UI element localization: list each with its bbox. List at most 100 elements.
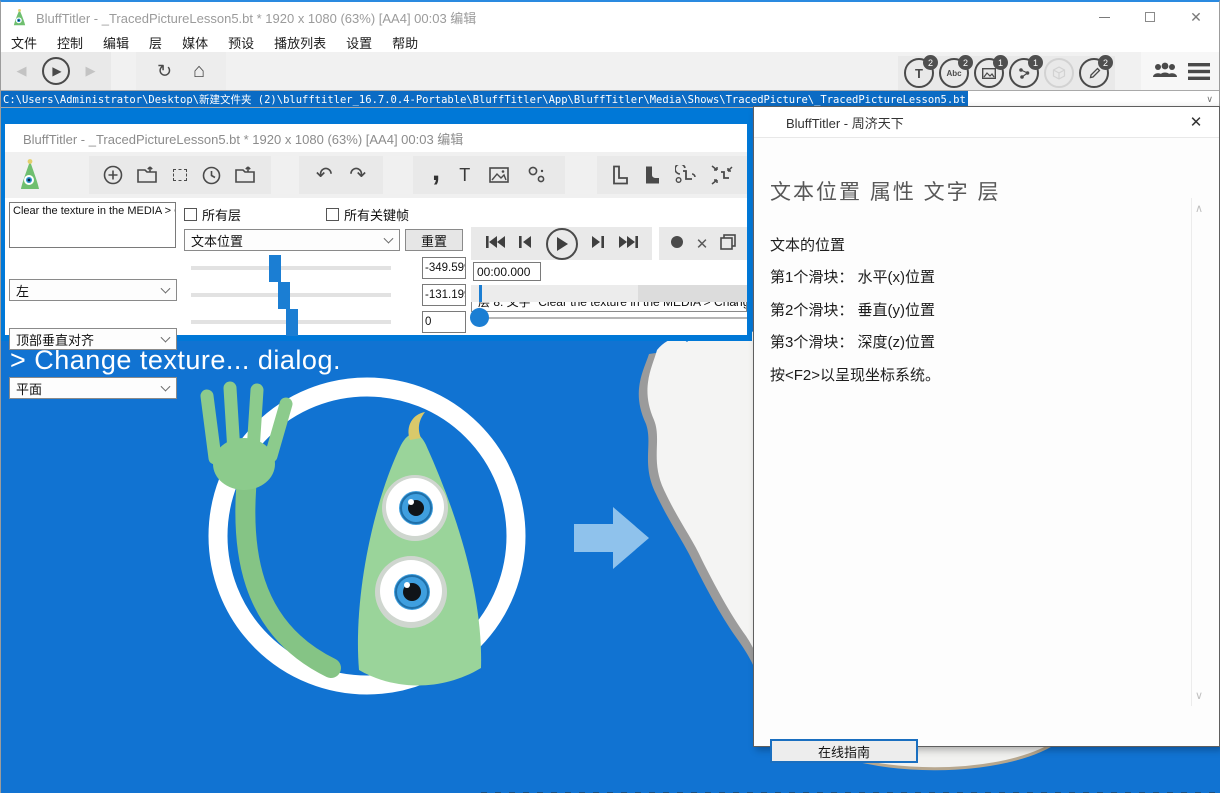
layer-shortcut-group: T 2 Abc 2 1 1 2 [898, 56, 1115, 90]
y-slider-thumb[interactable] [278, 282, 290, 309]
all-keyframes-label: 所有关键帧 [344, 205, 409, 224]
record-key-button[interactable] [670, 235, 684, 252]
cube-layers-button[interactable] [1044, 58, 1074, 88]
minimize-button[interactable] [1081, 2, 1127, 32]
property-dropdown[interactable]: 文本位置 [184, 229, 400, 251]
app-logo-icon [11, 8, 28, 27]
help-line: 第2个滑块： 垂直(y)位置 [770, 299, 935, 320]
scroll-down-icon[interactable]: ∨ [1195, 689, 1203, 702]
layer-rotation-icon[interactable] [675, 165, 697, 185]
z-slider-thumb[interactable] [286, 309, 298, 336]
menu-settings[interactable]: 设置 [336, 33, 382, 52]
chevron-down-icon[interactable]: ∨ [1206, 94, 1213, 105]
picture-layer-icon[interactable] [489, 167, 509, 183]
y-slider-track[interactable] [191, 293, 391, 297]
menu-file[interactable]: 文件 [1, 33, 47, 52]
time-field[interactable]: 00:00.000 [473, 262, 541, 281]
particle-layer-icon[interactable] [528, 166, 546, 184]
model-layers-button[interactable]: 1 [1009, 58, 1039, 88]
editor-tool-window: BluffTitler - _TracedPictureLesson5.bt *… [1, 108, 752, 341]
checkbox-icon [326, 208, 339, 221]
y-value-field[interactable]: -131.1999 [422, 284, 466, 306]
refresh-icon[interactable]: ↻ [157, 62, 172, 80]
menu-playlist[interactable]: 播放列表 [264, 33, 336, 52]
redo-icon[interactable]: ↷ [349, 165, 366, 185]
copy-key-button[interactable] [720, 234, 736, 253]
timeline-range [638, 285, 747, 302]
time-slider-thumb[interactable] [470, 308, 489, 327]
file-path-text: C:\Users\Administrator\Desktop\新建文件夹 (2)… [1, 91, 968, 108]
picture-layers-badge: 1 [993, 55, 1008, 70]
layer-outline-icon[interactable] [611, 165, 629, 185]
layer-text-input[interactable]: Clear the texture in the MEDIA > C [9, 202, 176, 248]
editor-title: BluffTitler - _TracedPictureLesson5.bt *… [5, 124, 747, 152]
go-start-button[interactable] [485, 235, 505, 252]
prev-key-button[interactable] [518, 235, 532, 252]
duration-clock-icon[interactable] [202, 166, 221, 185]
reset-button[interactable]: 重置 [405, 229, 463, 251]
next-key-button[interactable] [591, 235, 605, 252]
menu-edit[interactable]: 编辑 [93, 33, 139, 52]
all-keyframes-checkbox[interactable]: 所有关键帧 [326, 205, 409, 224]
timeline-marker[interactable] [479, 285, 482, 302]
blufftitler-window: BluffTitler - _TracedPictureLesson5.bt *… [0, 0, 1220, 793]
x-slider-track[interactable] [191, 266, 391, 270]
model-layers-badge: 1 [1028, 55, 1043, 70]
community-icon[interactable] [1150, 61, 1180, 81]
menu-help[interactable]: 帮助 [382, 33, 428, 52]
timeline-track[interactable] [471, 285, 747, 302]
online-guide-button[interactable]: 在线指南 [770, 739, 918, 763]
help-line: 按<F2>以呈现坐标系统。 [770, 364, 940, 385]
picture-layers-button[interactable]: 1 [974, 58, 1004, 88]
text-layer-icon[interactable]: T [459, 165, 470, 186]
back-icon[interactable]: ◀ [17, 63, 27, 79]
forward-icon[interactable]: ▶ [86, 63, 96, 79]
traced-hand-shape [639, 330, 762, 674]
hamburger-menu-icon[interactable] [1188, 63, 1210, 80]
paragraph-layers-button[interactable]: Abc 2 [939, 58, 969, 88]
text-layers-button[interactable]: T 2 [904, 58, 934, 88]
help-close-icon[interactable]: ✕ [1183, 111, 1209, 133]
layer-filled-icon[interactable] [643, 165, 661, 185]
help-panel: BluffTitler - 周济天下 ✕ 文本位置 属性 文字 层 文本的位置 … [753, 106, 1220, 747]
help-panel-titlebar: BluffTitler - 周济天下 ✕ [754, 107, 1219, 137]
paragraph-layers-badge: 2 [958, 55, 973, 70]
menu-media[interactable]: 媒体 [172, 33, 218, 52]
valign-dropdown[interactable]: 顶部垂直对齐 [9, 328, 177, 350]
x-slider-thumb[interactable] [269, 255, 281, 282]
z-value-field[interactable]: 0 [422, 311, 466, 333]
add-layer-icon[interactable] [103, 165, 123, 185]
selection-box-icon[interactable] [173, 169, 187, 181]
menu-control[interactable]: 控制 [47, 33, 93, 52]
plane-dropdown[interactable]: 平面 [9, 377, 177, 399]
halign-dropdown[interactable]: 左 [9, 279, 177, 301]
home-icon[interactable]: ⌂ [193, 61, 205, 81]
open-export-icon[interactable] [137, 166, 159, 184]
play-show-button[interactable]: ▶ [42, 57, 70, 85]
help-scrollbar[interactable]: ∧ ∨ [1191, 198, 1209, 706]
valign-value: 顶部垂直对齐 [16, 330, 94, 349]
time-slider-track[interactable] [479, 317, 747, 319]
x-value-field[interactable]: -349.5999 [422, 257, 466, 279]
menu-presets[interactable]: 预设 [218, 33, 264, 52]
menu-layer[interactable]: 层 [139, 33, 172, 52]
go-end-button[interactable] [619, 235, 639, 252]
keyframe-controls: ✕ [659, 227, 747, 260]
import-media-icon[interactable] [235, 166, 257, 184]
scroll-up-icon[interactable]: ∧ [1195, 202, 1203, 215]
editor-toolbar: ↶ ↷ , T [5, 152, 747, 198]
main-toolbar: ◀ ▶ ▶ ↻ ⌂ T 2 Abc 2 1 1 [1, 52, 1219, 90]
play-button[interactable] [546, 228, 578, 260]
undo-icon[interactable]: ↶ [316, 165, 333, 185]
help-line: 文本的位置 [770, 234, 845, 255]
maximize-button[interactable] [1127, 2, 1173, 32]
pencil-layers-button[interactable]: 2 [1079, 58, 1109, 88]
window-title: BluffTitler - _TracedPictureLesson5.bt *… [36, 8, 476, 27]
help-heading: 文本位置 属性 文字 层 [770, 176, 1001, 206]
menu-bar: 文件 控制 编辑 层 媒体 预设 播放列表 设置 帮助 [1, 32, 1219, 52]
all-layers-checkbox[interactable]: 所有层 [184, 205, 241, 224]
close-button[interactable]: ✕ [1173, 2, 1219, 32]
layer-arrows-icon[interactable] [711, 165, 733, 185]
arrow-shape [574, 507, 649, 569]
delete-key-button[interactable]: ✕ [696, 235, 709, 253]
